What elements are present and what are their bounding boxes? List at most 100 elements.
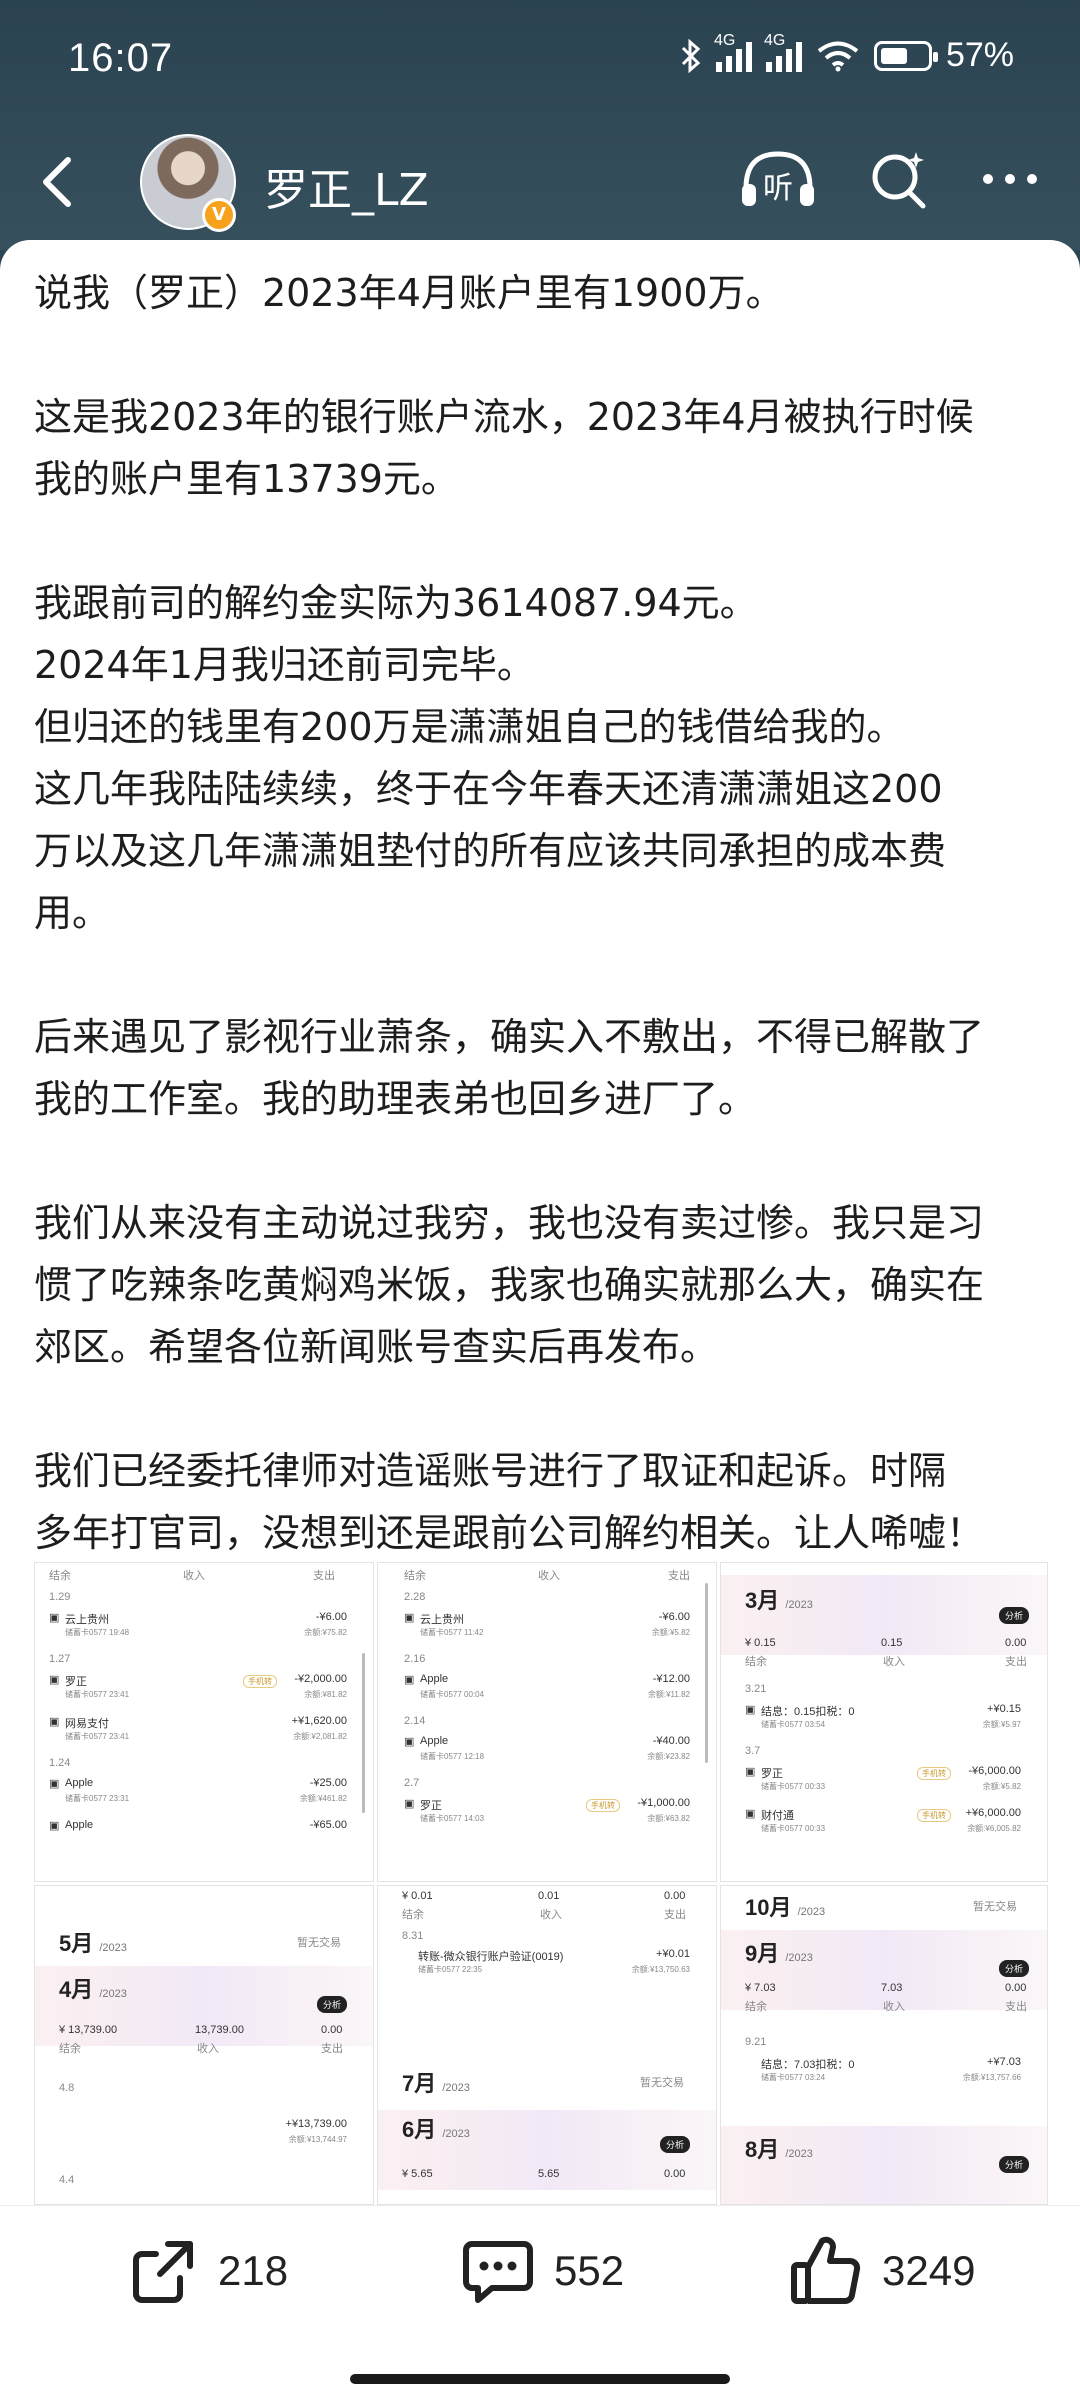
transfer-tag: 手机转 (917, 1767, 951, 1780)
balance-after: 余额:¥2,081.82 (293, 1732, 347, 1741)
comment-count: 552 (554, 2247, 625, 2294)
analysis-button[interactable]: 分析 (998, 1607, 1029, 1624)
transaction-row[interactable]: ▣ Apple 储蓄卡0577 12:18 -¥40.00 余额:¥23.82 (378, 1735, 716, 1789)
post-text-line: 我们从来没有主动说过我穷，我也没有卖过惨。我只是习 (34, 1201, 985, 1245)
post-text-line: 万以及这几年潇潇姐垫付的所有应该共同承担的成本费 (34, 829, 947, 873)
post-text-line: 我跟前司的解约金实际为3614087.94元。 (34, 581, 758, 625)
image-grid: 结余 收入 支出 1.29 ▣ 云上贵州 储蓄卡0577 19:48 -¥6.00 余额:… (34, 1562, 1048, 2205)
signal-icon-sim1: 4G (714, 32, 752, 72)
month-heading: 8月 /2023 (745, 2137, 813, 2162)
svg-text:听: 听 (763, 171, 793, 206)
transaction-row[interactable]: ▣ 结息：0.15扣税：0 储蓄卡0577 03:54 +¥0.15 余额:¥5.97 (721, 1703, 1047, 1757)
transaction-date: 1.24 (49, 1757, 71, 1769)
analysis-button[interactable]: 分析 (998, 2156, 1029, 2173)
transaction-row[interactable]: ▣ 罗正 储蓄卡0577 14:03 -¥1,000.00 余额:¥63.82 手机转 (378, 1797, 716, 1851)
post-text-line: 但归还的钱里有200万是潇潇姐自己的钱借给我的。 (34, 705, 905, 749)
transaction-amount: -¥6.00 (315, 1611, 347, 1623)
transaction-meta: 储蓄卡0577 14:03 (420, 1814, 485, 1823)
share-button[interactable]: 218 (128, 2206, 288, 2336)
screenshot-image-3[interactable]: 3月 /2023 分析 ¥ 0.15 0.15 0.00 结余 收入 支出 3.… (720, 1562, 1048, 1882)
search-icon[interactable] (868, 148, 930, 210)
screenshot-image-6[interactable]: 10月 /2023 暂无交易 9月 /2023 分析 ¥ 7.03 7.03 0… (720, 1885, 1048, 2205)
transaction-amount: -¥40.00 (652, 1735, 690, 1747)
merchant-icon: ▣ (404, 1736, 415, 1748)
merchant-name: 罗正 (420, 1800, 442, 1812)
status-icons: 4G 4G 57% (680, 32, 1014, 75)
transaction-date: 3.21 (745, 1683, 767, 1695)
post-body: 说我（罗正）2023年4月账户里有1900万。这是我2023年的银行账户流水，2… (34, 262, 1054, 1564)
transaction-meta: 储蓄卡0577 23:31 (65, 1794, 130, 1803)
transaction-meta: 储蓄卡0577 03:54 (761, 1720, 826, 1729)
month-heading: 10月 /2023 (745, 1895, 826, 1920)
transaction-row[interactable]: ▣ 财付通 储蓄卡0577 00:33 +¥6,000.00 余额:¥6,005.82 手… (721, 1807, 1047, 1861)
transaction-meta: 储蓄卡0577 23:41 (65, 1690, 130, 1699)
scrollbar (362, 1653, 365, 1813)
transaction-amount: -¥25.00 (309, 1777, 347, 1789)
post-text-line: 2024年1月我归还前司完毕。 (34, 643, 535, 687)
transfer-tag: 手机转 (917, 1809, 951, 1822)
analysis-button[interactable]: 分析 (316, 1996, 347, 2013)
merchant-icon: ▣ (745, 1704, 756, 1716)
more-icon[interactable] (980, 169, 1040, 189)
username[interactable]: 罗正_LZ (264, 154, 429, 218)
bluetooth-icon (681, 38, 701, 73)
comment-button[interactable]: 552 (462, 2206, 624, 2336)
wifi-icon (817, 41, 859, 71)
transaction-row[interactable]: ▣ 网易支付 储蓄卡0577 23:41 +¥1,620.00 余额:¥2,081.82 (35, 1715, 373, 1769)
transaction-row[interactable]: ▣ Apple 储蓄卡0577 00:04 -¥12.00 余额:¥11.82 (378, 1673, 716, 1727)
transaction-date: 2.28 (404, 1591, 426, 1603)
merchant-name: Apple (65, 1819, 94, 1831)
status-bar: 16:07 4G 4G 57% (0, 0, 1080, 120)
balance-after: 余额:¥63.82 (647, 1814, 690, 1823)
screenshot-image-2[interactable]: 结余 收入 支出 2.28 ▣ 云上贵州 储蓄卡0577 11:42 -¥6.00 余额:… (377, 1562, 717, 1882)
back-arrow-icon[interactable] (30, 152, 90, 212)
post-text-line: 我的工作室。我的助理表弟也回乡进厂了。 (34, 1077, 757, 1121)
like-button[interactable]: 3249 (790, 2206, 975, 2336)
screenshot-image-5[interactable]: ¥ 0.01 0.01 0.00 结余 收入 支出 8.31 转账-微众银行账户… (377, 1885, 717, 2205)
comment-icon (463, 2241, 533, 2303)
transaction-amount: -¥65.00 (309, 1819, 347, 1831)
transaction-meta: 储蓄卡0577 00:04 (420, 1690, 485, 1699)
like-count: 3249 (882, 2247, 976, 2294)
post-text-line: 这是我2023年的银行账户流水，2023年4月被执行时候 (34, 395, 974, 439)
transfer-tag: 手机转 (586, 1799, 620, 1812)
transaction-date: 3.7 (745, 1745, 761, 1757)
transaction-row[interactable]: ▣ Apple -¥65.00 (35, 1819, 373, 1873)
month-heading: 5月 /2023 (59, 1931, 127, 1956)
analysis-button[interactable]: 分析 (659, 2136, 690, 2153)
merchant-name: 网易支付 (65, 1718, 109, 1730)
transaction-row[interactable]: ▣ 云上贵州 储蓄卡0577 19:48 -¥6.00 余额:¥75.82 (35, 1611, 373, 1665)
screenshot-image-4[interactable]: 5月 /2023 暂无交易 4月 /2023 分析 ¥ 13,739.00 13… (34, 1885, 374, 2205)
merchant-icon: ▣ (49, 1716, 60, 1728)
post-text-line: 说我（罗正）2023年4月账户里有1900万。 (34, 271, 784, 315)
listen-headphones-icon[interactable]: 听 (738, 148, 818, 210)
balance-after: 余额:¥6,005.82 (967, 1824, 1021, 1833)
transaction-meta: 储蓄卡0577 00:33 (761, 1782, 826, 1791)
screenshot-image-1[interactable]: 结余 收入 支出 1.29 ▣ 云上贵州 储蓄卡0577 19:48 -¥6.00 余额:… (34, 1562, 374, 1882)
merchant-name: 结息：0.15扣税：0 (761, 1706, 855, 1718)
merchant-icon: ▣ (404, 1798, 415, 1810)
transaction-meta: 储蓄卡0577 11:42 (420, 1628, 484, 1637)
merchant-icon: ▣ (49, 1612, 60, 1624)
post-text-line: 惯了吃辣条吃黄焖鸡米饭，我家也确实就那么大，确实在 (34, 1263, 985, 1307)
analysis-button[interactable]: 分析 (998, 1960, 1029, 1977)
balance-after: 余额:¥461.82 (299, 1794, 347, 1803)
transaction-amount: +¥0.15 (987, 1703, 1021, 1715)
transaction-amount: -¥12.00 (652, 1673, 690, 1685)
balance-after: 余额:¥11.82 (647, 1690, 690, 1699)
balance-after: 余额:¥23.82 (647, 1752, 690, 1761)
verified-badge-icon: V (202, 198, 236, 232)
transaction-row[interactable]: ▣ 云上贵州 储蓄卡0577 11:42 -¥6.00 余额:¥5.82 (378, 1611, 716, 1665)
balance-after: 余额:¥5.82 (651, 1628, 690, 1637)
merchant-icon: ▣ (404, 1674, 415, 1686)
post-text-line: 我们已经委托律师对造谣账号进行了取证和起诉。时隔 (34, 1449, 947, 1493)
transaction-amount: -¥6,000.00 (968, 1765, 1021, 1777)
post-text-line: 郊区。希望各位新闻账号查实后再发布。 (34, 1325, 719, 1369)
post-text-line (34, 324, 1054, 386)
thumbs-up-icon (791, 2236, 861, 2304)
merchant-name: Apple (420, 1735, 449, 1747)
balance-after: 余额:¥5.97 (982, 1720, 1021, 1729)
home-indicator[interactable] (350, 2374, 730, 2384)
transaction-meta: 储蓄卡0577 00:33 (761, 1824, 826, 1833)
transfer-tag: 手机转 (243, 1675, 277, 1688)
